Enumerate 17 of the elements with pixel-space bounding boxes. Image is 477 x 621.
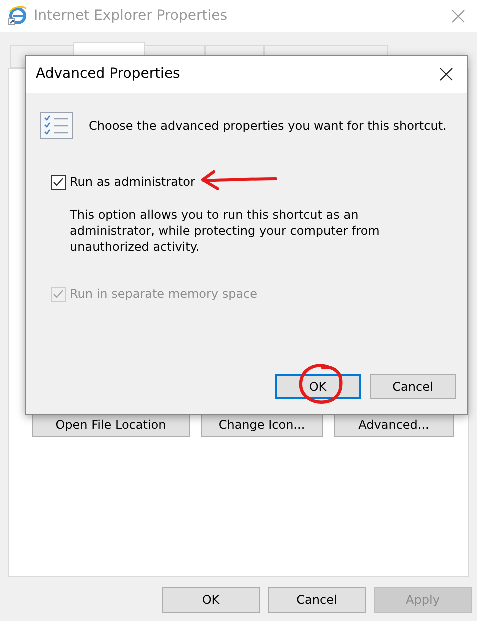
- panel-button[interactable]: Advanced...: [334, 413, 454, 437]
- dialog-button[interactable]: Cancel: [268, 587, 366, 613]
- option-description: This option allows you to run this shortcut as an administrator, while protecting your computer from unauthorized activity.: [70, 207, 381, 255]
- checkbox-label: Run in separate memory space: [70, 286, 258, 303]
- intro-text: Choose the advanced properties you want for this shortcut.: [89, 118, 447, 134]
- checklist-icon: [40, 112, 73, 139]
- browser-logo-icon: [8, 6, 28, 26]
- panel-button[interactable]: Change Icon...: [201, 413, 323, 437]
- close-icon[interactable]: [440, 68, 453, 81]
- dialog-title: Advanced Properties: [36, 65, 180, 84]
- dialog-button[interactable]: OK: [275, 374, 361, 399]
- window-title: Internet Explorer Properties: [34, 6, 228, 26]
- panel-button[interactable]: Open File Location: [32, 413, 190, 437]
- dialog-button[interactable]: OK: [162, 587, 260, 613]
- dialog-button[interactable]: Cancel: [370, 374, 456, 399]
- checkbox[interactable]: [51, 174, 66, 190]
- checkbox-label: Run as administrator: [70, 174, 196, 191]
